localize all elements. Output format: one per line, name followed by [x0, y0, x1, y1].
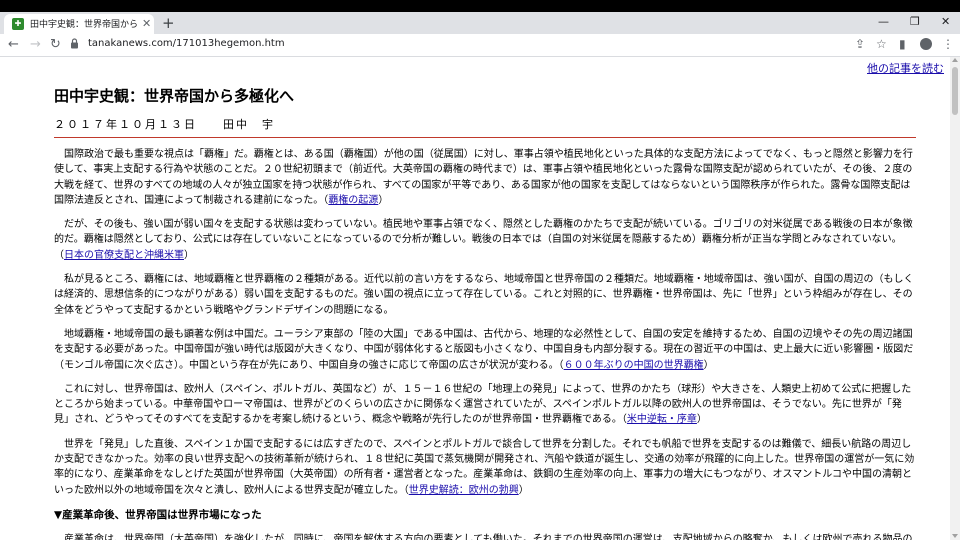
other-articles-link[interactable]: 他の記事を読む [867, 60, 944, 76]
scroll-up-arrow-icon[interactable] [952, 58, 958, 62]
web-page: 他の記事を読む 田中宇史観：世界帝国から多極化へ ２０１７年１０月１３日 田中 … [0, 57, 950, 540]
minimize-button[interactable]: — [878, 15, 889, 29]
window-close-button[interactable]: ✕ [941, 15, 950, 29]
scroll-down-arrow-icon[interactable] [952, 534, 958, 538]
link-china-hegemony[interactable]: ６００年ぶりの中国の世界覇権 [564, 360, 704, 371]
tab-close-button[interactable]: ✕ [142, 17, 151, 31]
page-scrollbar[interactable] [950, 57, 960, 540]
menu-kebab-icon[interactable]: ⋮ [942, 37, 954, 52]
share-icon[interactable]: ⇪ [855, 37, 865, 52]
browser-toolbar: ← → ↻ tanakanews.com/171013hegemon.htm ⇪… [0, 34, 960, 57]
paragraph-5: これに対し、世界帝国は、欧州人（スペイン、ポルトガル、英国など）が、１５－１６世… [54, 383, 912, 426]
back-button[interactable]: ← [8, 37, 19, 52]
link-us-china-reversal[interactable]: 米中逆転・序章 [627, 414, 697, 425]
maximize-button[interactable]: ❐ [910, 15, 920, 29]
paragraph-2: だが、その後も、強い国が弱い国々を支配する状態は変わっていない。植民地や軍事占領… [54, 219, 913, 261]
tab-title: 田中宇史観：世界帝国から多極化へ [30, 20, 138, 30]
paragraph-7: 産業革命は、世界帝国（大英帝国）を強化したが、同時に、帝国を解体する方向の要素と… [64, 533, 913, 540]
site-favicon-icon: ✚ [12, 18, 24, 30]
article-byline: ２０１７年１０月１３日 田中 宇 [54, 118, 275, 131]
paragraph-1: 国際政治で最も重要な視点は「覇権」だ。覇権とは、ある国（覇権国）が他の国（従属国… [54, 149, 913, 206]
active-tab[interactable]: ✚ 田中宇史観：世界帝国から多極化へ ✕ [4, 14, 154, 34]
url-text: tanakanews.com/171013hegemon.htm [88, 38, 285, 49]
side-panel-icon[interactable]: ▮ [899, 37, 906, 52]
new-tab-button[interactable]: + [162, 14, 175, 32]
article: 田中宇史観：世界帝国から多極化へ ２０１７年１０月１３日 田中 宇 国際政治で最… [54, 85, 916, 540]
scroll-thumb[interactable] [952, 67, 958, 115]
lock-icon [71, 38, 78, 49]
link-japan-bureaucracy[interactable]: 日本の官僚支配と沖縄米軍 [64, 250, 184, 261]
paragraph-4: 地域覇権・地域帝国の最も顕著な例は中国だ。ユーラシア東部の「陸の大国」である中国… [54, 328, 914, 371]
paragraph-3: 私が見るところ、覇権には、地域覇権と世界覇権の２種類がある。近代以前の言い方をす… [54, 274, 914, 316]
link-world-history-europe[interactable]: 世界史解読：欧州の勃興 [409, 485, 519, 496]
article-title: 田中宇史観：世界帝国から多極化へ [54, 87, 295, 105]
reload-button[interactable]: ↻ [50, 37, 61, 52]
link-hegemony-origin[interactable]: 覇権の起源 [328, 195, 378, 206]
bookmark-star-icon[interactable]: ☆ [876, 37, 887, 52]
window-top-strip [0, 0, 960, 12]
forward-button[interactable]: → [30, 37, 41, 52]
tab-bar: ✚ 田中宇史観：世界帝国から多極化へ ✕ + — ❐ ✕ [0, 12, 960, 34]
section-heading: ▼産業革命後、世界帝国は世界市場になった [54, 508, 262, 521]
title-divider [54, 137, 916, 138]
profile-avatar[interactable] [920, 38, 932, 50]
address-bar[interactable]: tanakanews.com/171013hegemon.htm [66, 36, 846, 53]
paragraph-6: 世界を「発見」した直後、スペイン１か国で支配するには広すぎたので、スペインとポル… [54, 438, 915, 496]
